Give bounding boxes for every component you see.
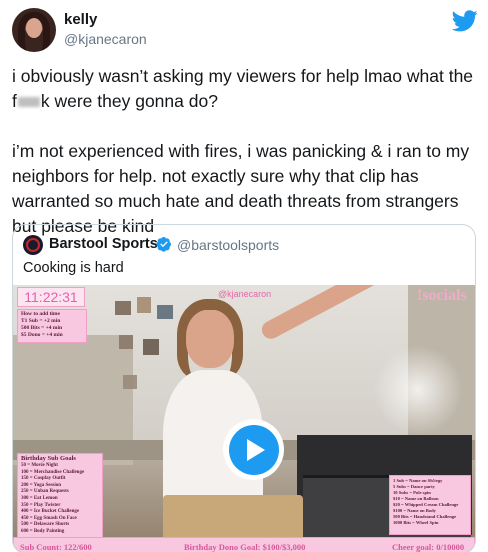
- socials-label: !socials: [417, 287, 467, 304]
- author-name[interactable]: kelly: [64, 11, 97, 28]
- twitter-bird-icon[interactable]: [452, 10, 478, 32]
- goal-item: 150 = Cosplay Outfit: [21, 476, 66, 482]
- sub-goals-panel: Birthday Sub Goals 50 = Movie Night 100 …: [17, 453, 103, 541]
- goal-item: 250 = Unban Requests: [21, 489, 69, 495]
- goal-item: 300 = Eat Lemon: [21, 495, 58, 501]
- quoted-author-handle[interactable]: @barstoolsports: [177, 237, 279, 253]
- sub-goals-title: Birthday Sub Goals: [21, 455, 76, 462]
- dono-goal: Birthday Dono Goal: $100/$3,000: [184, 542, 306, 552]
- tweet-text: i obviously wasn’t asking my viewers for…: [12, 64, 478, 239]
- stream-clock: 11:22:31: [17, 287, 85, 307]
- goal-item: 400 = Ice Bucket Challenge: [21, 509, 80, 515]
- goal-item: 200 = Yoga Session: [21, 482, 62, 488]
- quoted-tweet-text: Cooking is hard: [23, 260, 124, 276]
- quoted-avatar[interactable]: [23, 235, 43, 255]
- stream-watermark: @kjanecaron: [218, 289, 272, 299]
- goal-item: 600 = Body Painting: [21, 528, 65, 534]
- goal-item: 100 = Merchandise Challenge: [21, 469, 85, 475]
- sub-count: Sub Count: 122/600: [20, 542, 92, 552]
- cheer-goal: Cheer goal: 0/10000: [392, 542, 465, 552]
- video-player[interactable]: 11:22:31 How to add time T1 Sub = +2 min…: [13, 285, 475, 552]
- quoted-author-name[interactable]: Barstool Sports: [49, 236, 158, 252]
- author-handle[interactable]: @kjanecaron: [64, 31, 147, 47]
- author-avatar[interactable]: [12, 8, 56, 52]
- goal-item: 500 = Delaware Shorts: [21, 522, 70, 528]
- censor-blur: [17, 97, 40, 108]
- quoted-tweet[interactable]: Barstool Sports @barstoolsports Cooking …: [12, 224, 476, 552]
- goal-item: 50 = Movie Night: [21, 463, 58, 468]
- tweet-paragraph-1: i obviously wasn’t asking my viewers for…: [12, 66, 474, 111]
- how-to-add-time-panel: How to add time T1 Sub = +2 min 500 Bits…: [17, 309, 87, 343]
- stream-goal-bar: Sub Count: 122/600 Birthday Dono Goal: $…: [13, 537, 475, 552]
- donation-menu-panel: 1 Sub = Name on Sh!tegy 5 Subs = Dance p…: [389, 475, 471, 535]
- tweet-card: kelly @kjanecaron i obviously wasn’t ask…: [0, 0, 488, 552]
- goal-item: 450 = Egg Smash On Face: [21, 515, 77, 521]
- goal-item: 350 = Play Twister: [21, 502, 61, 508]
- play-icon[interactable]: [223, 419, 284, 480]
- donation-item: 1000 Bits = Wheel Spin: [393, 520, 439, 525]
- verified-badge-icon: [156, 237, 171, 252]
